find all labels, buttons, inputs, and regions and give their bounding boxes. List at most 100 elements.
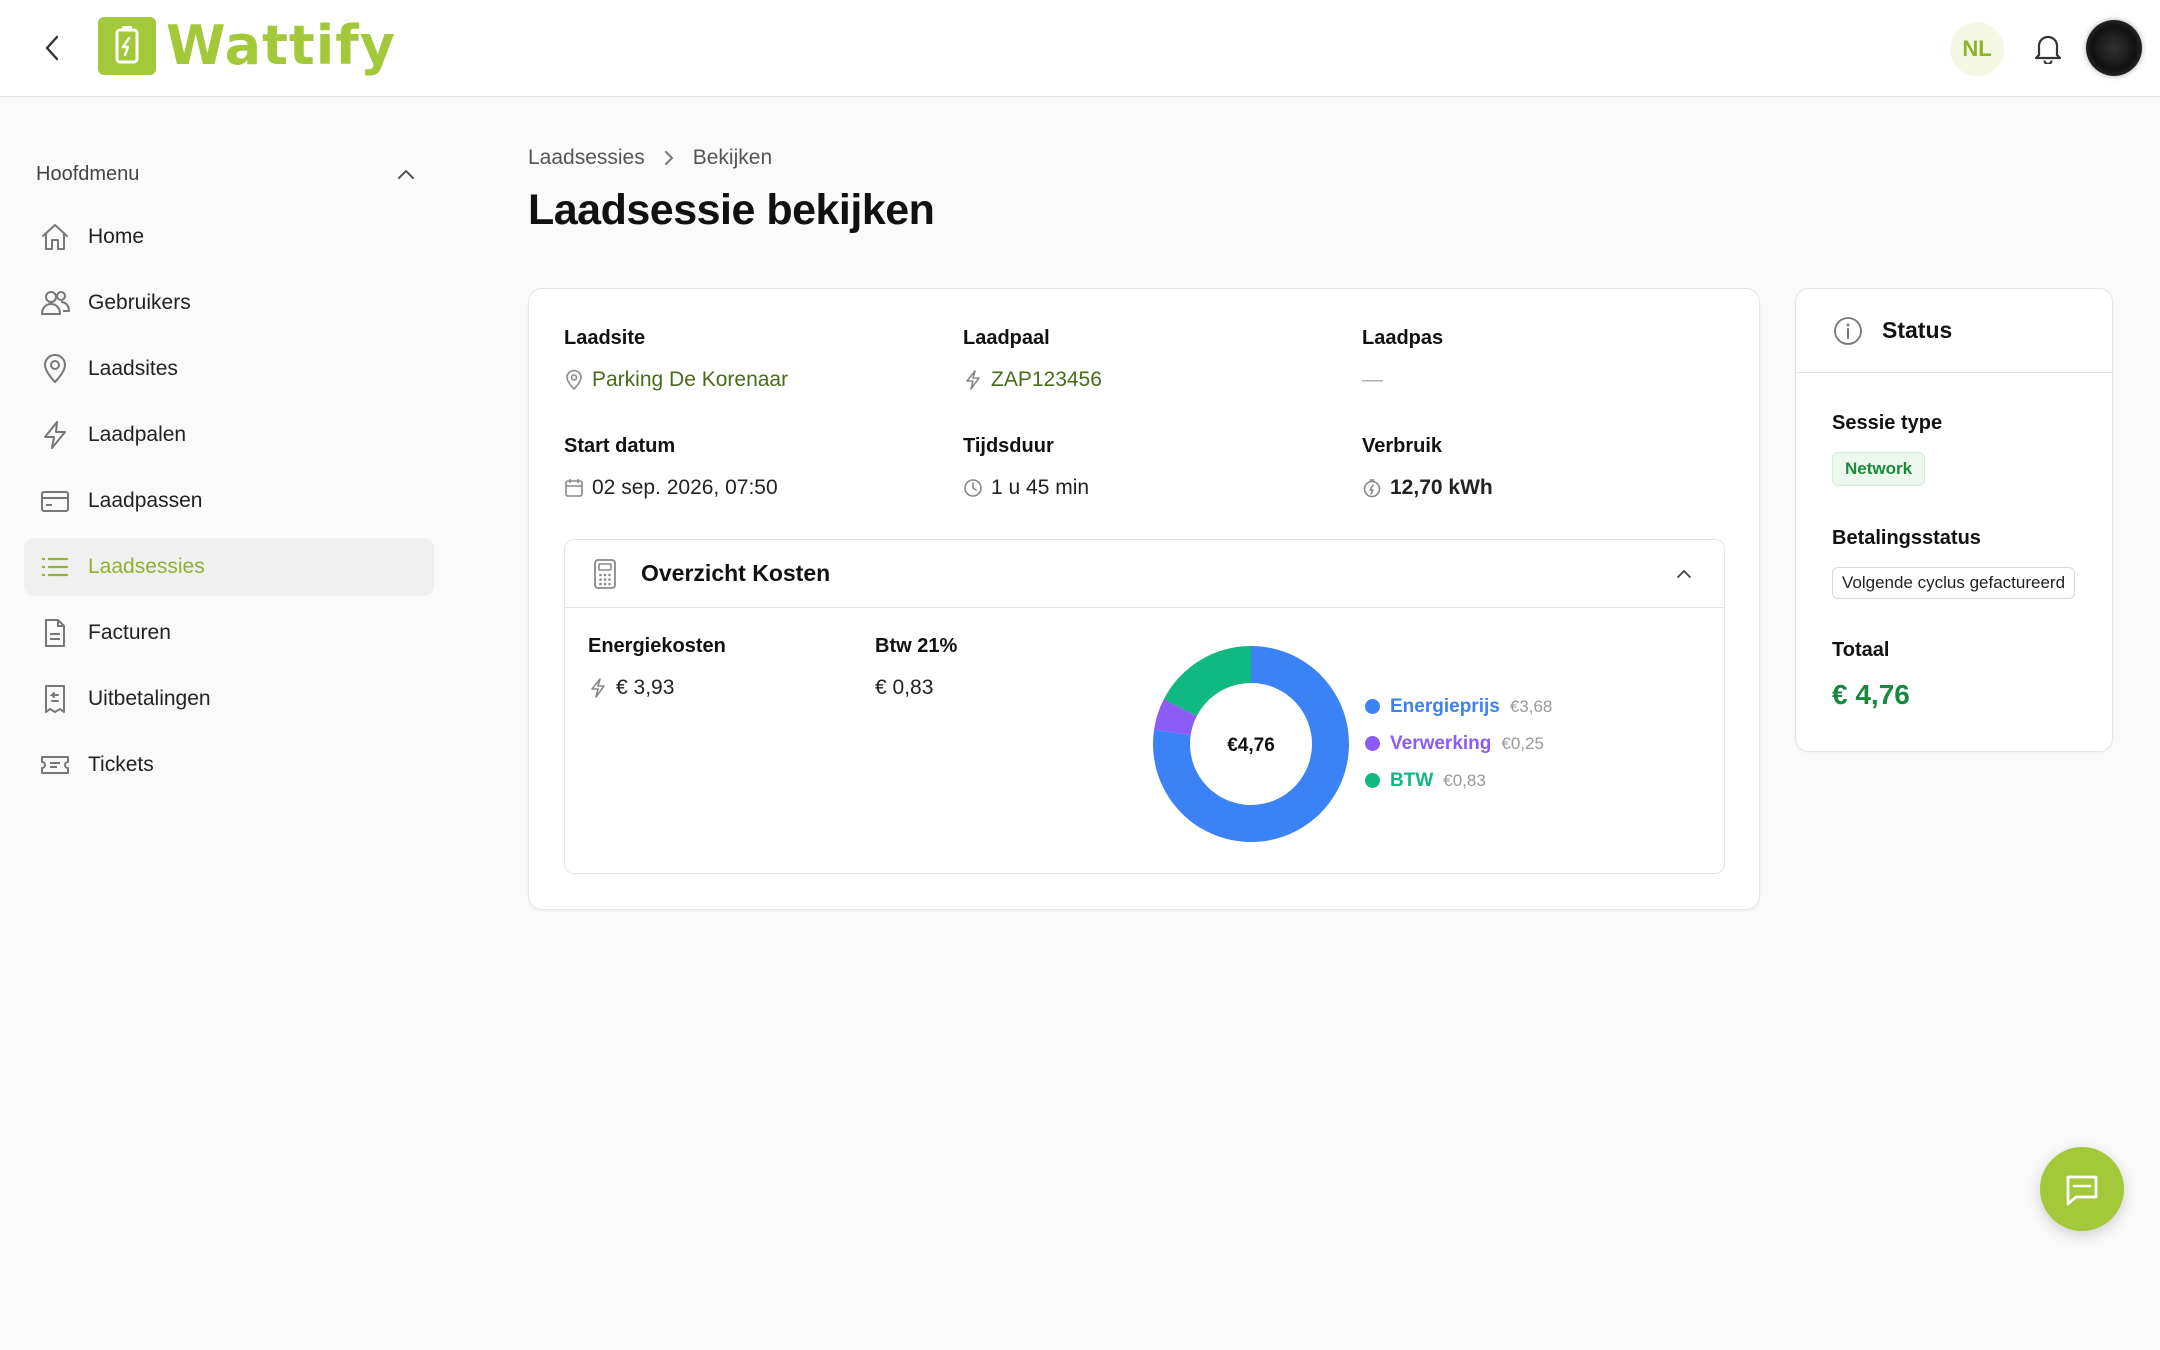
main-menu-toggle[interactable]: Hoofdmenu [36,156,416,192]
page-title: Laadsessie bekijken [528,186,935,234]
session-type-label: Sessie type [1832,412,1943,434]
calculator-icon [594,558,616,589]
energiekosten-value-row: € 3,93 [588,676,726,700]
field-laadpas: Laadpas — [1362,327,1443,392]
user-avatar[interactable] [2086,20,2142,76]
breadcrumb: Laadsessies Bekijken [528,146,772,170]
map-pin-icon [38,352,72,386]
status-card: Status Sessie type Network Betalingsstat… [1795,288,2113,752]
logo-text: Wattify [166,14,396,77]
receipt-icon [38,682,72,716]
language-switch[interactable]: NL [1950,22,2004,76]
logo[interactable]: Wattify [98,14,396,77]
laadsite-value: Parking De Korenaar [592,368,789,391]
chevron-left-icon [45,35,59,61]
donut-slice-btw[interactable] [1163,646,1251,717]
energiekosten-value: € 3,93 [616,676,675,699]
clock-icon [964,479,982,497]
start-datum-label: Start datum [564,435,676,457]
lightning-icon [38,418,72,452]
legend-item-verwerking[interactable]: Verwerking €0,25 [1365,725,1552,762]
sidebar-item-home[interactable]: Home [24,208,434,266]
tijdsduur-value: 1 u 45 min [991,476,1090,499]
calendar-icon [565,479,583,497]
chart-legend: Energieprijs €3,68 Verwerking €0,25 BTW €0,83 [1365,688,1552,799]
laadsite-value-row[interactable]: Parking De Korenaar [564,368,788,392]
users-icon [38,286,72,320]
status-header: Status [1796,289,2112,373]
tijdsduur-value-row: 1 u 45 min [963,476,1089,500]
list-icon [38,550,72,584]
legend-value: €0,83 [1443,770,1486,790]
sidebar-item-laadpalen[interactable]: Laadpalen [24,406,434,464]
field-start-datum: Start datum 02 sep. 2026, 07:50 [564,435,778,500]
document-icon [38,616,72,650]
sidebar-item-gebruikers[interactable]: Gebruikers [24,274,434,332]
chevron-up-icon [398,170,414,179]
sidebar-item-laadsites[interactable]: Laadsites [24,340,434,398]
chevron-right-icon [664,151,673,165]
field-btw: Btw 21% € 0,83 [875,635,957,700]
laadpaal-value-row[interactable]: ZAP123456 [963,368,1102,392]
sidebar-item-laadsessies[interactable]: Laadsessies [24,538,434,596]
sidebar-item-label: Home [88,225,145,248]
sidebar-item-facturen[interactable]: Facturen [24,604,434,662]
legend-item-btw[interactable]: BTW €0,83 [1365,762,1552,799]
field-laadpaal: Laadpaal ZAP123456 [963,327,1102,392]
card-icon [38,484,72,518]
btw-label: Btw 21% [875,635,958,657]
chat-bubble-icon [2066,1175,2098,1206]
notifications-button[interactable] [2026,26,2070,70]
legend-label: Verwerking [1390,732,1492,754]
sidebar-item-label: Laadpalen [88,423,187,446]
collapse-costs-button[interactable] [1670,560,1698,588]
breadcrumb-current: Bekijken [692,146,773,169]
status-title: Status [1882,317,1953,343]
energiekosten-label: Energiekosten [588,635,726,657]
home-icon [38,220,72,254]
cost-overview-panel: Overzicht Kosten Energiekosten € 3,93 Bt… [564,539,1725,874]
laadpaal-value: ZAP123456 [991,368,1102,391]
cost-donut-chart: €4,76 [1153,646,1349,842]
legend-value: €0,25 [1501,733,1544,753]
legend-dot [1365,699,1380,714]
legend-value: €3,68 [1509,696,1553,716]
sidebar-item-label: Gebruikers [88,291,191,314]
laadpaal-label: Laadpaal [963,327,1050,349]
payment-status-badge: Volgende cyclus gefactureerd [1832,567,2076,599]
field-energiekosten: Energiekosten € 3,93 [588,635,726,700]
verbruik-value-row: 12,70 kWh [1362,476,1493,500]
btw-value: € 0,83 [875,676,934,699]
start-datum-value: 02 sep. 2026, 07:50 [592,476,778,499]
cost-overview-title: Overzicht Kosten [641,560,831,586]
chat-button[interactable] [2040,1147,2124,1231]
lightning-icon [966,370,980,390]
verbruik-value: 12,70 kWh [1390,476,1493,499]
sidebar-item-label: Tickets [88,753,154,776]
ticket-icon [38,748,72,782]
breadcrumb-parent[interactable]: Laadsessies [528,146,645,170]
tijdsduur-label: Tijdsduur [963,435,1054,457]
battery-logo-icon [98,16,156,75]
start-datum-value-row: 02 sep. 2026, 07:50 [564,476,778,500]
bell-icon [2034,35,2062,64]
app-header: Wattify NL [0,0,2160,97]
sidebar-item-label: Laadsites [88,357,178,380]
total-value: € 4,76 [1832,679,1910,710]
session-type-badge: Network [1832,452,1926,486]
donut-center-label: €4,76 [1227,735,1275,756]
payment-status-label: Betalingsstatus [1832,527,1981,549]
back-button[interactable] [36,30,68,66]
legend-dot [1365,736,1380,751]
lightning-icon [591,678,605,698]
verbruik-label: Verbruik [1362,435,1443,457]
sidebar-item-tickets[interactable]: Tickets [24,736,434,794]
info-icon [1834,316,1862,345]
sidebar-nav: Home Gebruikers Laadsites Laadpalen Laad… [24,208,434,802]
chevron-up-icon [1677,570,1691,578]
sidebar-item-uitbetalingen[interactable]: Uitbetalingen [24,670,434,728]
sidebar-item-laadpassen[interactable]: Laadpassen [24,472,434,530]
legend-item-energieprijs[interactable]: Energieprijs €3,68 [1365,688,1552,725]
total-label: Totaal [1832,639,1890,661]
cost-overview-header[interactable]: Overzicht Kosten [565,540,1724,608]
